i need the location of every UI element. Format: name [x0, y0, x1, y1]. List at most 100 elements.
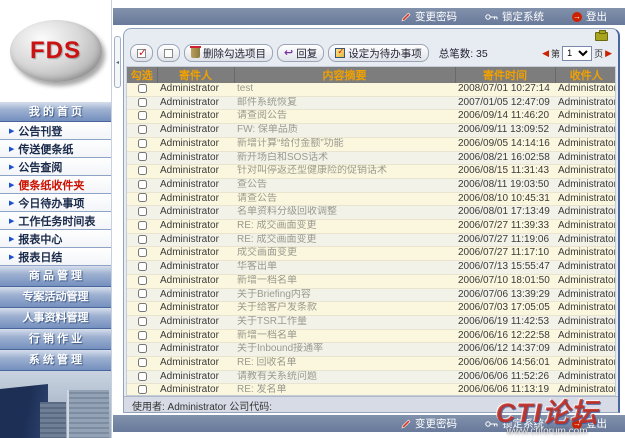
- select-all-button[interactable]: [130, 44, 153, 62]
- row-checkbox[interactable]: [138, 385, 147, 394]
- table-row[interactable]: Administrator 华客出单 2006/07/13 15:55:47 A…: [127, 261, 616, 275]
- row-checkbox[interactable]: [138, 166, 147, 175]
- subject-cell[interactable]: RE: 发名单: [234, 384, 455, 396]
- row-checkbox[interactable]: [138, 152, 147, 161]
- sidebar-collapse-handle[interactable]: ◂: [114, 36, 121, 88]
- sidebar-item[interactable]: ▶ 传送便条纸: [0, 140, 111, 158]
- header-recipient[interactable]: 收件人: [555, 67, 616, 83]
- set-todo-button[interactable]: 设定为待办事项: [328, 44, 429, 62]
- header-sender[interactable]: 寄件人: [157, 67, 234, 83]
- clear-selection-button[interactable]: [157, 44, 180, 62]
- subject-cell[interactable]: test: [234, 83, 455, 96]
- subject-cell[interactable]: 查公告: [234, 178, 455, 192]
- table-row[interactable]: Administrator 请查阅公告 2006/09/14 11:46:20 …: [127, 110, 616, 124]
- row-checkbox[interactable]: [138, 289, 147, 298]
- subject-cell[interactable]: 关于Inbound接通率: [234, 343, 455, 357]
- table-row[interactable]: Administrator 关于给客户发条款 2006/07/03 17:05:…: [127, 302, 616, 316]
- subject-cell[interactable]: 关于TSR工作量: [234, 315, 455, 329]
- table-row[interactable]: Administrator 成交画面变更 2006/07/27 11:17:10…: [127, 247, 616, 261]
- table-row[interactable]: Administrator 新增计算“给付金额”功能 2006/09/05 14…: [127, 137, 616, 151]
- row-checkbox[interactable]: [138, 193, 147, 202]
- subject-cell[interactable]: 新增计算“给付金额”功能: [234, 137, 455, 151]
- sidebar-item[interactable]: ▶ 今日待办事项: [0, 194, 111, 212]
- row-checkbox[interactable]: [138, 235, 147, 244]
- table-row[interactable]: Administrator RE: 回收名单 2006/06/06 14:56:…: [127, 357, 616, 371]
- table-row[interactable]: Administrator RE: 发名单 2006/06/06 11:13:1…: [127, 384, 616, 396]
- logout-link-bottom[interactable]: → 登出: [572, 416, 607, 431]
- row-checkbox[interactable]: [138, 207, 147, 216]
- table-row[interactable]: Administrator 新增一档名单 2006/06/16 12:22:58…: [127, 329, 616, 343]
- table-row[interactable]: Administrator 新开场白和SOS话术 2006/08/21 16:0…: [127, 151, 616, 165]
- subject-cell[interactable]: RE: 回收名单: [234, 357, 455, 371]
- row-checkbox[interactable]: [138, 358, 147, 367]
- subject-cell[interactable]: RE: 成交画面变更: [234, 220, 455, 234]
- sidebar-section-header[interactable]: 专案活动管理: [0, 287, 111, 308]
- sidebar-home-header[interactable]: 我 的 首 页: [0, 102, 111, 122]
- table-row[interactable]: Administrator 查公告 2006/08/11 19:03:50 Ad…: [127, 178, 616, 192]
- table-row[interactable]: Administrator 针对叫停返还型健康险的促销话术 2006/08/15…: [127, 165, 616, 179]
- row-checkbox[interactable]: [138, 331, 147, 340]
- change-password-link[interactable]: 变更密码: [401, 9, 457, 24]
- lock-system-link[interactable]: 锁定系统: [485, 9, 544, 24]
- delete-checked-button[interactable]: 删除勾选项目: [184, 44, 273, 62]
- subject-cell[interactable]: 华客出单: [234, 261, 455, 275]
- sidebar-item[interactable]: ▶ 报表中心: [0, 230, 111, 248]
- row-checkbox[interactable]: [138, 180, 147, 189]
- lock-system-link-bottom[interactable]: 锁定系统: [485, 416, 544, 431]
- subject-cell[interactable]: 邮件系统恢复: [234, 96, 455, 110]
- subject-cell[interactable]: 名单资料分级回收调整: [234, 206, 455, 220]
- table-row[interactable]: Administrator 名单资料分级回收调整 2006/08/01 17:1…: [127, 206, 616, 220]
- table-row[interactable]: Administrator FW: 保单品质 2006/09/11 13:09:…: [127, 124, 616, 138]
- subject-cell[interactable]: 新增一档名单: [234, 329, 455, 343]
- header-time[interactable]: 寄件时间: [455, 67, 555, 83]
- subject-cell[interactable]: FW: 保单品质: [234, 124, 455, 138]
- row-checkbox[interactable]: [138, 372, 147, 381]
- next-page-icon[interactable]: ▶: [605, 48, 612, 59]
- sidebar-item[interactable]: ▶ 便条纸收件夹: [0, 176, 111, 194]
- subject-cell[interactable]: 成交画面变更: [234, 247, 455, 261]
- table-row[interactable]: Administrator 邮件系统恢复 2007/01/05 12:47:09…: [127, 96, 616, 110]
- subject-cell[interactable]: 新增一档名单: [234, 274, 455, 288]
- sidebar-item[interactable]: ▶ 工作任务时间表: [0, 212, 111, 230]
- subject-cell[interactable]: RE: 成交画面变更: [234, 233, 455, 247]
- table-row[interactable]: Administrator 请教有关系统问题 2006/06/06 11:52:…: [127, 370, 616, 384]
- logout-link[interactable]: → 登出: [572, 9, 607, 24]
- table-row[interactable]: Administrator RE: 成交画面变更 2006/07/27 11:3…: [127, 220, 616, 234]
- sidebar-section-header[interactable]: 人事资料管理: [0, 308, 111, 329]
- table-row[interactable]: Administrator 请查公告 2006/08/10 10:45:31 A…: [127, 192, 616, 206]
- row-checkbox[interactable]: [138, 139, 147, 148]
- header-summary[interactable]: 内容摘要: [234, 67, 455, 83]
- subject-cell[interactable]: 请查阅公告: [234, 110, 455, 124]
- sidebar-item[interactable]: ▶ 公告查阅: [0, 158, 111, 176]
- sidebar-section-header[interactable]: 系 统 管 理: [0, 350, 111, 371]
- table-row[interactable]: Administrator 关于Briefing内容 2006/07/06 13…: [127, 288, 616, 302]
- prev-page-icon[interactable]: ◀: [542, 48, 549, 59]
- row-checkbox[interactable]: [138, 221, 147, 230]
- folder-icon[interactable]: [595, 32, 608, 41]
- sidebar-section-header[interactable]: 行 销 作 业: [0, 329, 111, 350]
- table-row[interactable]: Administrator 新增一档名单 2006/07/10 18:01:50…: [127, 274, 616, 288]
- table-row[interactable]: Administrator 关于Inbound接通率 2006/06/12 14…: [127, 343, 616, 357]
- subject-cell[interactable]: 关于给客户发条款: [234, 302, 455, 316]
- subject-cell[interactable]: 新开场白和SOS话术: [234, 151, 455, 165]
- sidebar-section-header[interactable]: 商 品 管 理: [0, 266, 111, 287]
- page-select[interactable]: 1: [562, 46, 592, 61]
- row-checkbox[interactable]: [138, 262, 147, 271]
- sidebar-item[interactable]: ▶ 报表日结: [0, 248, 111, 266]
- table-row[interactable]: Administrator test 2008/07/01 10:27:14 A…: [127, 83, 616, 96]
- subject-cell[interactable]: 针对叫停返还型健康险的促销话术: [234, 165, 455, 179]
- row-checkbox[interactable]: [138, 84, 147, 93]
- subject-cell[interactable]: 请查公告: [234, 192, 455, 206]
- row-checkbox[interactable]: [138, 125, 147, 134]
- row-checkbox[interactable]: [138, 344, 147, 353]
- row-checkbox[interactable]: [138, 98, 147, 107]
- row-checkbox[interactable]: [138, 276, 147, 285]
- table-row[interactable]: Administrator RE: 成交画面变更 2006/07/27 11:1…: [127, 233, 616, 247]
- sidebar-item[interactable]: ▶ 公告刊登: [0, 122, 111, 140]
- subject-cell[interactable]: 请教有关系统问题: [234, 370, 455, 384]
- row-checkbox[interactable]: [138, 317, 147, 326]
- change-password-link-bottom[interactable]: 变更密码: [401, 416, 457, 431]
- row-checkbox[interactable]: [138, 303, 147, 312]
- subject-cell[interactable]: 关于Briefing内容: [234, 288, 455, 302]
- row-checkbox[interactable]: [138, 111, 147, 120]
